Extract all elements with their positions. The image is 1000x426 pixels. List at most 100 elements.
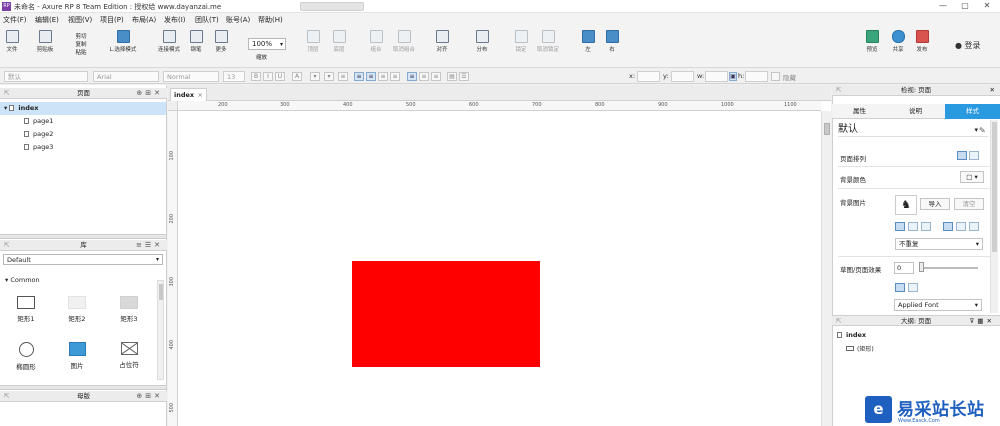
- menu-edit[interactable]: 编辑(E): [35, 15, 59, 25]
- sketch-slider-track[interactable]: [920, 267, 978, 269]
- outline-item-index[interactable]: index: [837, 331, 866, 339]
- font-color-button[interactable]: A: [292, 72, 302, 81]
- masters-panel-actions[interactable]: ⊕⊞✕: [136, 391, 163, 401]
- bold-button[interactable]: B: [251, 72, 261, 81]
- clear-button[interactable]: 清空: [954, 198, 984, 210]
- right-pane-button[interactable]: 右: [595, 30, 629, 53]
- close-button[interactable]: ✕: [978, 0, 996, 12]
- sketch-slider-handle[interactable]: [919, 262, 924, 272]
- align-button[interactable]: 对齐: [425, 30, 459, 53]
- fill-color-button[interactable]: ▾: [310, 72, 320, 81]
- w-input[interactable]: [705, 71, 728, 82]
- clipboard-button[interactable]: 剪贴板: [28, 30, 62, 53]
- inspector-scroll-thumb[interactable]: [992, 122, 997, 252]
- widget-rect2[interactable]: 矩形2: [55, 296, 99, 323]
- send-bottom-button[interactable]: 底层: [322, 30, 356, 53]
- italic-button[interactable]: I: [263, 72, 273, 81]
- padding-button[interactable]: ▤: [447, 72, 457, 81]
- img-align-tr-icon[interactable]: [921, 222, 931, 231]
- cut-button[interactable]: 剪切: [64, 32, 98, 40]
- minimize-button[interactable]: —: [934, 0, 952, 12]
- bg-color-picker[interactable]: □ ▾: [960, 171, 984, 183]
- tab-index[interactable]: index ×: [170, 88, 207, 101]
- img-align-tl-icon[interactable]: [895, 222, 905, 231]
- panel-splitter[interactable]: [0, 234, 166, 239]
- img-valign-bot-icon[interactable]: [969, 222, 979, 231]
- h-input[interactable]: [745, 71, 768, 82]
- canvas-scroll-thumb[interactable]: [824, 123, 830, 135]
- close-icon[interactable]: ✕: [990, 85, 995, 95]
- more-button[interactable]: 更多: [204, 30, 238, 53]
- applied-font-select[interactable]: Applied Font ▾: [894, 299, 982, 311]
- align-justify-button[interactable]: ≡: [390, 72, 400, 81]
- widget-image[interactable]: 图片: [55, 342, 99, 370]
- widget-ellipse[interactable]: 椭圆形: [4, 342, 48, 371]
- menu-team[interactable]: 团队(T): [195, 15, 219, 25]
- x-input[interactable]: [637, 71, 660, 82]
- publish-button[interactable]: 发布: [905, 30, 939, 53]
- select-mode-button[interactable]: L.选择模式: [103, 30, 143, 53]
- y-input[interactable]: [671, 71, 694, 82]
- font-size-select[interactable]: 13: [223, 71, 245, 82]
- page-style-select[interactable]: 默认 ▾: [838, 123, 988, 137]
- menu-publish[interactable]: 发布(I): [164, 15, 186, 25]
- font-select[interactable]: Arial: [93, 71, 159, 82]
- style-select[interactable]: 默认: [4, 71, 88, 82]
- img-valign-top-icon[interactable]: [943, 222, 953, 231]
- img-align-tc-icon[interactable]: [908, 222, 918, 231]
- library-scroll-thumb[interactable]: [159, 284, 163, 300]
- menu-file[interactable]: 文件(F): [3, 15, 27, 25]
- menu-project[interactable]: 项目(P): [100, 15, 124, 25]
- menu-view[interactable]: 视图(V): [68, 15, 92, 25]
- color-image-icon[interactable]: [895, 283, 905, 292]
- valign-middle-button[interactable]: ≡: [419, 72, 429, 81]
- edit-style-icon[interactable]: ✎: [979, 126, 986, 135]
- widget-placeholder[interactable]: 占位符: [107, 342, 151, 369]
- file-button[interactable]: 文件: [0, 30, 29, 53]
- zoom-select[interactable]: 100% ▾: [248, 38, 286, 50]
- sketch-value-input[interactable]: 0: [894, 262, 914, 274]
- paste-small-button[interactable]: 粘贴: [64, 48, 98, 56]
- ungroup-button[interactable]: 取消组合: [387, 30, 421, 53]
- page-item-index[interactable]: ▾ index: [0, 102, 166, 115]
- bg-image-preview-icon[interactable]: ♞: [895, 195, 917, 215]
- widget-rect3[interactable]: 矩形3: [107, 296, 151, 323]
- hidden-checkbox[interactable]: [771, 72, 780, 81]
- valign-top-button[interactable]: ≡: [407, 72, 417, 81]
- canvas-area[interactable]: [168, 85, 831, 426]
- library-scrollbar[interactable]: [157, 280, 164, 380]
- panel-splitter[interactable]: [0, 385, 166, 390]
- outline-item-rectangle[interactable]: (矩形): [846, 344, 874, 353]
- align-center-button[interactable]: ≡: [366, 72, 376, 81]
- unlock-button[interactable]: 取消锁定: [531, 30, 565, 53]
- widget-rect1[interactable]: 矩形1: [4, 296, 48, 323]
- library-section-common[interactable]: ▾ Common: [5, 276, 40, 284]
- library-select[interactable]: Default ▾: [3, 254, 163, 265]
- valign-bottom-button[interactable]: ≡: [431, 72, 441, 81]
- align-left-icon[interactable]: [957, 151, 967, 160]
- close-tab-icon[interactable]: ×: [198, 89, 203, 101]
- align-center-icon[interactable]: [969, 151, 979, 160]
- red-rectangle-shape[interactable]: [352, 261, 540, 367]
- inspector-scrollbar[interactable]: [990, 120, 998, 313]
- lock-ratio-icon[interactable]: ▣: [729, 72, 737, 81]
- list-button[interactable]: ☰: [459, 72, 469, 81]
- page-item-page2[interactable]: page2: [0, 128, 166, 141]
- login-button[interactable]: ● 登录: [955, 40, 981, 51]
- font-weight-select[interactable]: Normal: [163, 71, 219, 82]
- line-width-button[interactable]: ≡: [338, 72, 348, 81]
- copy-button[interactable]: 复制: [64, 40, 98, 48]
- menu-account[interactable]: 账号(A): [226, 15, 250, 25]
- tab-properties[interactable]: 属性: [832, 104, 887, 119]
- menu-layout[interactable]: 布局(A): [132, 15, 156, 25]
- distribute-button[interactable]: 分布: [465, 30, 499, 53]
- align-right-button[interactable]: ≡: [378, 72, 388, 81]
- tab-style[interactable]: 样式: [945, 104, 1000, 119]
- grayscale-image-icon[interactable]: [908, 283, 918, 292]
- maximize-button[interactable]: ▢: [956, 0, 974, 12]
- pages-panel-actions[interactable]: ⊕⊞✕: [136, 88, 163, 98]
- library-panel-actions[interactable]: ≡☰✕: [136, 240, 163, 250]
- import-button[interactable]: 导入: [920, 198, 950, 210]
- tab-notes[interactable]: 说明: [888, 104, 943, 119]
- underline-button[interactable]: U: [275, 72, 285, 81]
